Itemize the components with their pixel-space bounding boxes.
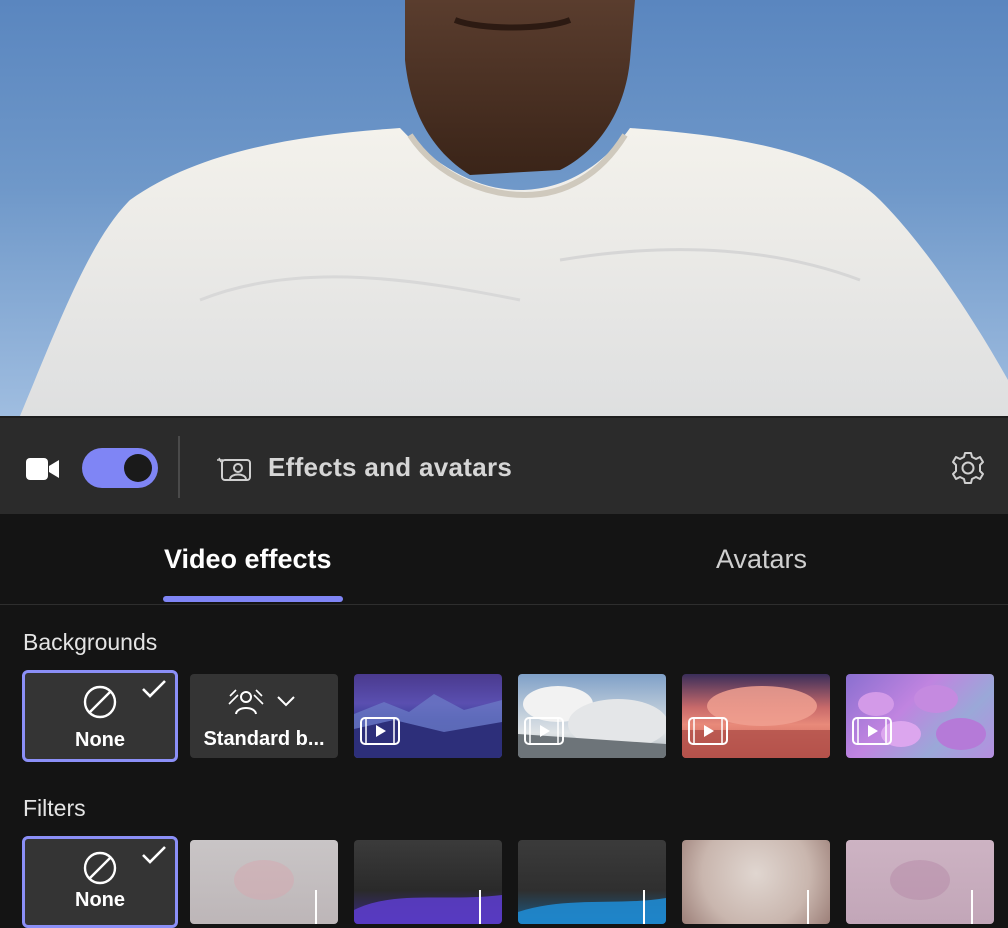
toolbar-divider xyxy=(178,436,180,498)
background-none-tile[interactable]: None xyxy=(22,670,178,762)
none-icon xyxy=(83,685,117,724)
effects-avatar-icon xyxy=(217,456,253,487)
video-icon xyxy=(852,717,892,750)
filter-tile-4[interactable] xyxy=(682,840,830,924)
chevron-down-icon[interactable] xyxy=(276,694,296,712)
video-icon xyxy=(524,717,564,750)
tab-video-effects[interactable]: Video effects xyxy=(164,544,332,575)
gear-icon[interactable] xyxy=(950,450,986,491)
blur-person-icon xyxy=(228,688,264,721)
none-icon xyxy=(83,851,117,890)
tab-avatars[interactable]: Avatars xyxy=(716,544,807,575)
filter-preview xyxy=(807,890,809,924)
video-icon xyxy=(688,717,728,750)
background-video-tile-3[interactable] xyxy=(682,674,830,758)
tile-label: None xyxy=(75,729,125,751)
filter-preview xyxy=(354,890,502,924)
camera-preview xyxy=(0,0,1008,416)
filter-tile-2[interactable] xyxy=(354,840,502,924)
toggle-knob xyxy=(124,454,152,482)
filter-preview xyxy=(518,890,666,924)
tile-label: Standard b... xyxy=(203,728,325,750)
background-standard-blur-tile[interactable]: Standard b... xyxy=(190,674,338,758)
background-video-tile-1[interactable] xyxy=(354,674,502,758)
background-video-tile-4[interactable] xyxy=(846,674,994,758)
toolbar-title: Effects and avatars xyxy=(268,452,513,482)
checkmark-icon xyxy=(141,679,167,704)
video-camera-icon xyxy=(26,458,60,485)
filter-tile-3[interactable] xyxy=(518,840,666,924)
filters-heading: Filters xyxy=(23,795,86,821)
camera-toggle[interactable] xyxy=(82,448,158,488)
effects-tabs: Video effects Avatars xyxy=(0,514,1008,605)
effects-toolbar: Effects and avatars xyxy=(0,416,1008,514)
filter-none-tile[interactable]: None xyxy=(22,836,178,928)
checkmark-icon xyxy=(141,845,167,870)
active-tab-indicator xyxy=(163,596,343,602)
background-video-tile-2[interactable] xyxy=(518,674,666,758)
person-silhouette xyxy=(0,0,1008,416)
filter-preview xyxy=(890,860,973,924)
backgrounds-heading: Backgrounds xyxy=(23,629,158,655)
filter-tile-5[interactable] xyxy=(846,840,994,924)
tile-label: None xyxy=(75,889,125,911)
video-icon xyxy=(360,717,400,750)
filter-preview xyxy=(234,860,317,924)
filter-tile-1[interactable] xyxy=(190,840,338,924)
